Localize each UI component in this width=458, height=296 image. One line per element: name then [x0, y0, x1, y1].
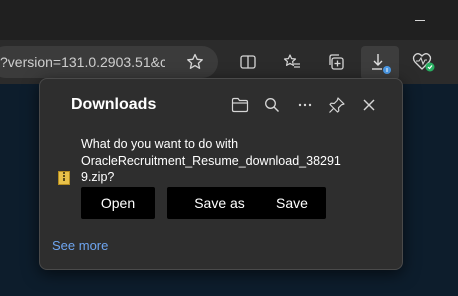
open-button[interactable]: Open: [81, 187, 155, 219]
flyout-title: Downloads: [71, 96, 157, 113]
more-icon[interactable]: [293, 93, 317, 117]
save-as-button[interactable]: Save as: [167, 187, 272, 219]
minimize-button[interactable]: [398, 6, 442, 34]
address-text: ?version=131.0.2903.51&c...: [0, 54, 165, 70]
collections-icon[interactable]: [320, 46, 352, 78]
see-more-link[interactable]: See more: [52, 238, 108, 253]
prompt-filename-end: 9.zip?: [81, 170, 115, 184]
close-icon[interactable]: [357, 93, 381, 117]
downloads-flyout: Downloads What do you want to do with Or…: [39, 78, 403, 270]
download-prompt: What do you want to do with OracleRecrui…: [81, 136, 381, 186]
search-icon[interactable]: [260, 93, 284, 117]
folder-icon[interactable]: [228, 93, 252, 117]
download-icon[interactable]: [364, 47, 396, 79]
browser-essentials-icon[interactable]: [408, 46, 440, 78]
title-bar: [0, 0, 458, 40]
pin-icon[interactable]: [325, 93, 349, 117]
favorite-star-icon[interactable]: [179, 46, 211, 78]
zip-file-icon: [58, 171, 70, 185]
minimize-icon: [415, 19, 425, 21]
favorites-list-icon[interactable]: [276, 46, 308, 78]
split-screen-icon[interactable]: [232, 46, 264, 78]
prompt-filename: OracleRecruitment_Resume_download_38291: [81, 153, 341, 168]
save-button[interactable]: Save: [258, 187, 326, 219]
prompt-question: What do you want to do with: [81, 137, 239, 151]
